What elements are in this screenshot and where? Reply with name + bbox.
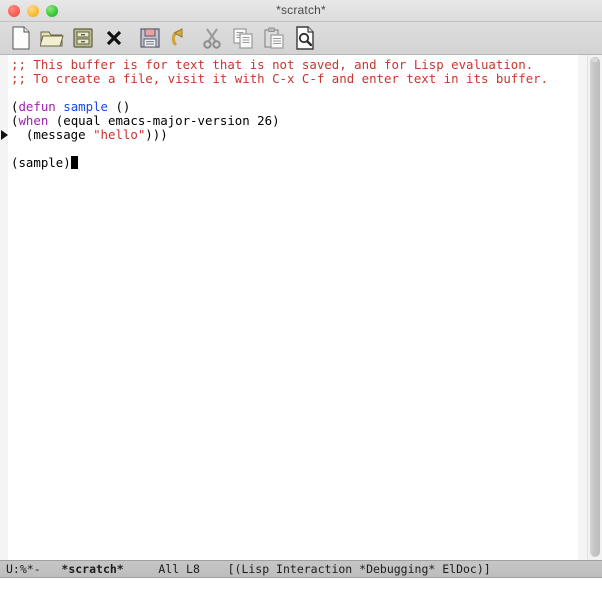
code-span: ))) <box>145 127 167 142</box>
dired-icon[interactable] <box>69 24 97 52</box>
undo-icon[interactable] <box>167 24 195 52</box>
code-span: sample <box>63 99 108 114</box>
code-span: defun <box>18 99 55 114</box>
search-icon[interactable] <box>291 24 319 52</box>
mode-line-modes[interactable]: [(Lisp Interaction *Debugging* ElDoc)] <box>228 562 491 576</box>
vertical-scrollbar[interactable] <box>587 55 602 560</box>
code-span: "hello" <box>93 127 145 142</box>
save-icon[interactable] <box>136 24 164 52</box>
copy-icon[interactable] <box>229 24 257 52</box>
mode-line-spacer-3 <box>200 562 228 576</box>
open-file-icon[interactable] <box>38 24 66 52</box>
toolbar <box>0 22 602 55</box>
code-span: when <box>18 113 48 128</box>
buffer-line[interactable]: (message "hello"))) <box>8 128 578 142</box>
left-fringe <box>0 55 8 560</box>
echo-area <box>0 578 602 592</box>
code-span: () <box>108 99 130 114</box>
code-span: ;; This buffer is for text that is not s… <box>11 57 533 72</box>
mode-line-coding-status: U:%*- <box>6 562 41 576</box>
text-cursor <box>71 156 78 169</box>
buffer-line[interactable]: (defun sample () <box>8 100 578 114</box>
right-fringe <box>578 55 587 560</box>
overlay-arrow-icon <box>1 130 8 140</box>
cut-icon[interactable] <box>198 24 226 52</box>
paste-icon[interactable] <box>260 24 288 52</box>
scrollbar-thumb[interactable] <box>590 57 600 557</box>
mode-line-position: All L8 <box>158 562 200 576</box>
close-icon[interactable] <box>100 24 128 52</box>
code-span: (message <box>11 127 93 142</box>
emacs-frame-body: ;; This buffer is for text that is not s… <box>0 55 602 560</box>
mode-line-spacer-1 <box>41 562 62 576</box>
buffer-line[interactable] <box>8 142 578 156</box>
code-span: (equal emacs-major-version 26) <box>48 113 279 128</box>
buffer-line[interactable]: ;; To create a file, visit it with C-x C… <box>8 72 578 86</box>
buffer-line[interactable]: (when (equal emacs-major-version 26) <box>8 114 578 128</box>
buffer-line[interactable]: ;; This buffer is for text that is not s… <box>8 58 578 72</box>
code-span: ;; To create a file, visit it with C-x C… <box>11 71 548 86</box>
mode-line-spacer-2 <box>124 562 159 576</box>
buffer-line[interactable] <box>8 86 578 100</box>
code-span: (sample) <box>11 155 71 170</box>
mode-line: U:%*- *scratch* All L8 [(Lisp Interactio… <box>0 560 602 578</box>
buffer-line[interactable]: (sample) <box>8 156 578 170</box>
mode-line-buffer-name[interactable]: *scratch* <box>61 562 123 576</box>
new-file-icon[interactable] <box>7 24 35 52</box>
window-titlebar: *scratch* <box>0 0 602 22</box>
window-title: *scratch* <box>0 0 602 21</box>
buffer-text-area[interactable]: ;; This buffer is for text that is not s… <box>8 55 578 560</box>
